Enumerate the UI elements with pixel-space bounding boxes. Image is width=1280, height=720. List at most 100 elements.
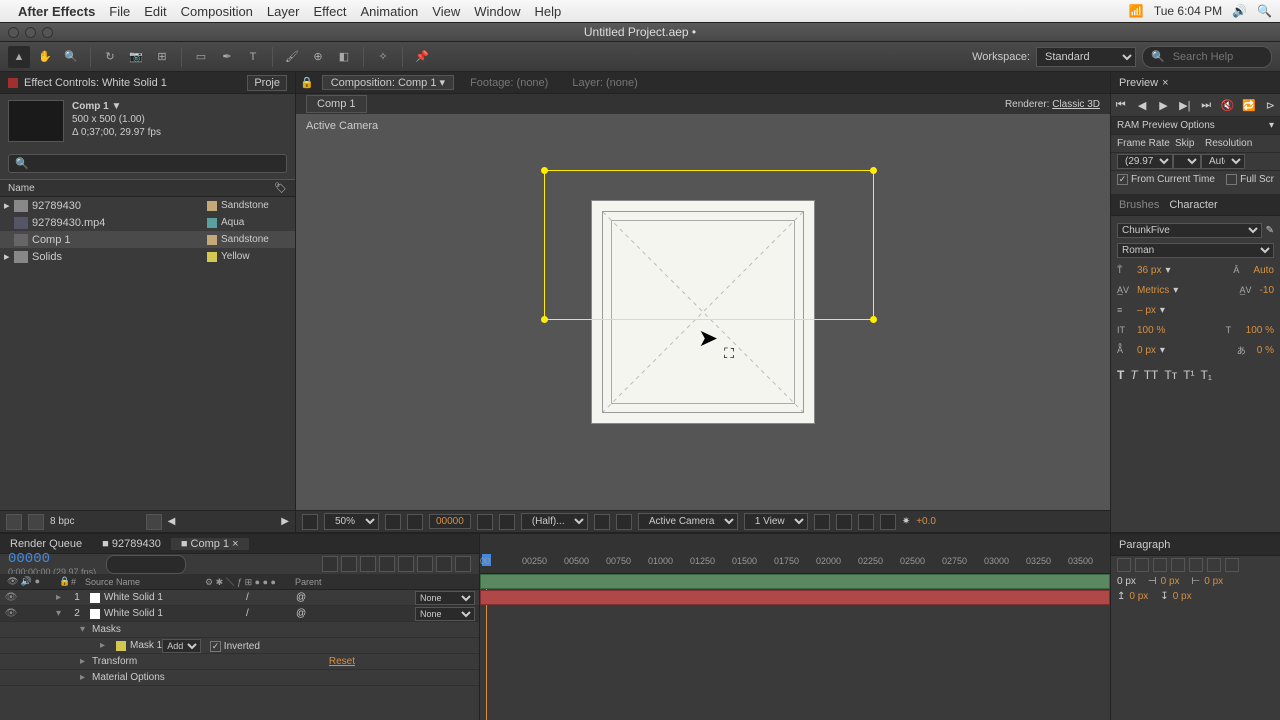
layer-name[interactable]: White Solid 1 [104,592,214,603]
prev-frame-button[interactable]: ◀ [1132,96,1151,114]
from-current-checkbox[interactable]: From Current Time [1117,174,1215,185]
next-frame-button[interactable]: ▶| [1175,96,1194,114]
volume-icon[interactable]: 🔊 [1232,4,1247,18]
frame-rate-select[interactable]: (29.97) [1117,154,1173,169]
tracking-value[interactable]: -10 [1260,285,1274,296]
faux-bold-button[interactable]: T [1117,368,1124,382]
tl-icon-5[interactable] [398,556,414,572]
mask-color[interactable] [116,641,126,651]
composition-tab[interactable]: Composition: Comp 1 ▾ [322,75,454,90]
twirl-icon[interactable]: ▸ [56,592,68,603]
tsume-value[interactable]: 0 % [1257,345,1274,356]
inverted-checkbox[interactable]: Inverted [210,641,260,652]
layer-name[interactable]: White Solid 1 [104,608,214,619]
project-item[interactable]: ▸ Solids Yellow [0,248,295,265]
search-help-input[interactable] [1169,49,1280,65]
paragraph-tab[interactable]: Paragraph [1119,539,1170,551]
timecode-display[interactable]: 00000 [429,514,471,529]
close-window-button[interactable] [8,27,19,38]
justify-last-center-button[interactable] [1189,558,1203,572]
workspace-select[interactable]: Standard [1036,47,1136,67]
time-ruler[interactable]: 0000250005000075001000012500150001750020… [480,534,1110,574]
parent-pickwhip-icon[interactable]: @ [296,592,306,603]
search-icon[interactable]: 🔍 [1257,4,1272,18]
name-column-header[interactable]: Name [8,183,274,194]
preview-tab[interactable]: Preview [1119,77,1158,89]
transparency-icon[interactable] [616,514,632,530]
twirl-icon[interactable]: ▾ [80,624,92,635]
twirl-icon[interactable]: ▸ [80,672,92,683]
pan-behind-tool[interactable]: ⊞ [151,46,173,68]
mask-icon[interactable] [407,514,423,530]
effect-controls-tab[interactable]: Effect Controls: White Solid 1 [24,77,167,89]
parent-select[interactable]: None [415,591,475,605]
snapshot-icon[interactable] [477,514,493,530]
hscale-value[interactable]: 100 % [1246,325,1274,336]
first-frame-button[interactable]: ⏮ [1111,96,1130,114]
pen-tool[interactable]: ✒ [216,46,238,68]
eyedropper-icon[interactable]: ✎ [1266,225,1274,236]
twirl-icon[interactable]: ▸ [80,656,92,667]
label-color[interactable] [207,218,217,228]
bpc-toggle[interactable]: 8 bpc [50,516,74,527]
last-frame-button[interactable]: ⏭ [1197,96,1216,114]
puppet-tool[interactable]: 📌 [411,46,433,68]
visibility-toggle[interactable]: 👁 [4,592,18,603]
close-tab-icon[interactable]: × [1162,77,1168,89]
zoom-window-button[interactable] [42,27,53,38]
resolution-select[interactable]: (Half)... [521,513,588,530]
justify-last-left-button[interactable] [1171,558,1185,572]
zoom-select[interactable]: 50% [324,513,379,530]
fast-previews-icon[interactable] [836,514,852,530]
justify-all-button[interactable] [1225,558,1239,572]
mute-button[interactable]: 🔇 [1218,96,1237,114]
pixel-aspect-icon[interactable] [814,514,830,530]
current-timecode[interactable]: 00000 [8,551,96,567]
play-button[interactable]: ▶ [1154,96,1173,114]
project-item[interactable]: Comp 1 Sandstone [0,231,295,248]
label-color[interactable] [207,201,217,211]
indent-right-value[interactable]: 0 px [1204,576,1223,587]
visibility-toggle[interactable]: 👁 [4,608,18,619]
transform-group[interactable]: ▸ Transform Reset [0,654,479,670]
menu-file[interactable]: File [109,4,130,19]
menu-animation[interactable]: Animation [360,4,418,19]
project-search-input[interactable] [29,158,280,170]
layer-color[interactable] [90,609,100,619]
clone-stamp-tool[interactable]: ⊕ [307,46,329,68]
menu-help[interactable]: Help [534,4,561,19]
view-layout-select[interactable]: 1 View [744,513,808,530]
ram-preview-button[interactable]: ⊳ [1261,96,1280,114]
superscript-button[interactable]: T¹ [1183,368,1194,382]
ram-preview-options[interactable]: RAM Preview Options [1117,120,1215,131]
preview-resolution-select[interactable]: Auto [1201,154,1245,169]
renderer-value[interactable]: Classic 3D [1052,99,1100,110]
mask-mode-select[interactable]: Add [162,639,201,653]
layer-selection-bounds[interactable] [544,170,874,320]
menu-view[interactable]: View [432,4,460,19]
mask-item[interactable]: ▸ Mask 1 Add Inverted [0,638,479,654]
timeline-layer[interactable]: 👁 ▾ 2 White Solid 1 / @ None [0,606,479,622]
grid-icon[interactable] [385,514,401,530]
tl-icon-1[interactable] [322,556,338,572]
tl-icon-3[interactable] [360,556,376,572]
prev-button[interactable]: ◀ [168,516,176,527]
subscript-button[interactable]: T₁ [1201,368,1212,382]
exposure-reset-icon[interactable]: ✷ [902,516,910,527]
parent-select[interactable]: None [415,607,475,621]
type-tool[interactable]: T [242,46,264,68]
delete-button[interactable] [146,514,162,530]
label-column-header[interactable]: 🏷 [274,183,287,194]
loop-button[interactable]: 🔁 [1239,96,1258,114]
font-style-select[interactable]: Roman [1117,243,1274,258]
font-size-value[interactable]: 36 px [1137,265,1161,276]
project-item[interactable]: 92789430.mp4 Aqua [0,214,295,231]
exposure-value[interactable]: +0.0 [916,516,936,527]
menu-edit[interactable]: Edit [144,4,166,19]
wifi-icon[interactable]: 📶 [1129,4,1144,18]
menu-window[interactable]: Window [474,4,520,19]
timeline-layer[interactable]: 👁 ▸ 1 White Solid 1 / @ None [0,590,479,606]
selection-tool[interactable]: ▲ [8,46,30,68]
timeline-tracks-area[interactable]: 0000250005000075001000012500150001750020… [480,534,1110,720]
masks-group[interactable]: ▾ Masks [0,622,479,638]
